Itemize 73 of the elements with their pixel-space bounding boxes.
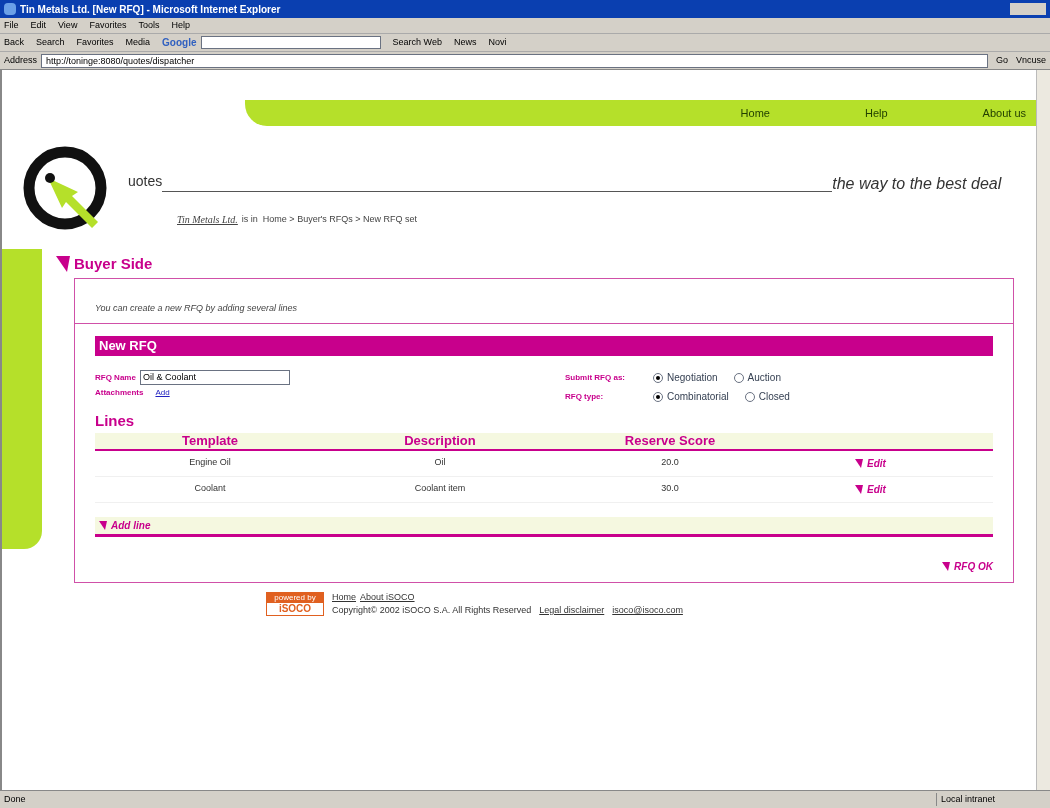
- triangle-icon: [99, 520, 107, 530]
- triangle-icon: [942, 561, 951, 571]
- form-header: New RFQ: [95, 336, 993, 356]
- triangle-icon: [855, 458, 863, 468]
- nav-link[interactable]: Help: [864, 104, 888, 122]
- footer-link[interactable]: About iSOCO: [360, 590, 415, 604]
- column-header: Reserve Score: [623, 431, 717, 450]
- toolbar-button[interactable]: Search: [36, 35, 65, 50]
- triangle-icon: [855, 484, 863, 494]
- menu-item[interactable]: View: [58, 18, 78, 33]
- toolbar-button[interactable]: News: [453, 35, 477, 50]
- links-label[interactable]: Vncuse: [1015, 53, 1046, 68]
- field-label: RFQ type:: [565, 390, 605, 403]
- google-search-field[interactable]: [200, 36, 381, 49]
- radio-button[interactable]: [653, 391, 663, 402]
- triangle-icon: [56, 256, 70, 273]
- radio-button[interactable]: [653, 372, 663, 383]
- toolbar-button[interactable]: Search Web: [392, 35, 442, 50]
- rfq-ok-link[interactable]: RFQ OK: [954, 558, 993, 574]
- radio-button[interactable]: [744, 391, 755, 402]
- table-cell-text: Coolant item: [413, 482, 467, 496]
- nav-link[interactable]: Home: [740, 104, 770, 122]
- footer-link[interactable]: Home: [332, 590, 356, 604]
- table-cell-text: Coolant: [193, 482, 227, 496]
- add-line-link[interactable]: Add line: [111, 517, 151, 533]
- ie-icon: [4, 3, 16, 15]
- radio-label: Auction: [747, 371, 781, 385]
- column-header: Description: [403, 431, 477, 450]
- radio-label: Negotiation: [667, 371, 718, 385]
- rfq-name-field[interactable]: Oil & Coolant: [139, 370, 290, 385]
- go-button[interactable]: Go: [991, 53, 1012, 68]
- window-title: Tin Metals Ltd. [New RFQ] - Microsoft Internet Explorer: [20, 2, 281, 17]
- status-text: Done: [4, 792, 27, 806]
- toolbar-button[interactable]: Back: [4, 35, 24, 50]
- radio-label: Closed: [758, 390, 790, 404]
- address-label: Address: [4, 53, 38, 67]
- toolbar-button[interactable]: Novi: [488, 35, 507, 50]
- tagline: the way to the best deal: [832, 174, 1002, 194]
- field-label: Submit RFQ as:: [565, 371, 626, 384]
- table-cell-text: 20.0: [660, 456, 680, 470]
- badge-logo-text: iSOCO: [277, 603, 313, 615]
- menu-item[interactable]: Help: [171, 18, 190, 33]
- toolbar-button[interactable]: Media: [125, 35, 151, 50]
- company-name: Tin Metals Ltd.: [177, 213, 238, 227]
- section-title: Buyer Side: [74, 254, 153, 274]
- table-cell-text: Oil: [433, 456, 447, 470]
- menu-item[interactable]: File: [4, 18, 19, 33]
- footer-link[interactable]: Legal disclaimer: [539, 604, 605, 618]
- menu-item[interactable]: Favorites: [89, 18, 127, 33]
- edit-link[interactable]: Edit: [867, 481, 886, 497]
- address-field[interactable]: http://toninge:8080/quotes/dispatcher: [41, 53, 988, 68]
- intro-text: You can create a new RFQ by adding several lines: [95, 301, 299, 315]
- breadcrumb: is in Home > Buyer's RFQs > New RFQ set: [241, 212, 418, 226]
- email-link[interactable]: isoco@isoco.com: [612, 604, 683, 618]
- toolbar-button[interactable]: Google: [162, 35, 197, 50]
- edit-link[interactable]: Edit: [867, 455, 886, 471]
- lines-title: Lines: [95, 411, 136, 431]
- logo-text: uotes: [128, 172, 163, 191]
- badge-caption: powered by: [267, 593, 323, 603]
- add-attachment-link[interactable]: Add: [155, 387, 170, 399]
- field-label: Attachments: [95, 387, 144, 399]
- table-cell-text: Engine Oil: [188, 456, 232, 470]
- nav-link[interactable]: About us: [982, 104, 1026, 122]
- menu-item[interactable]: Edit: [30, 18, 47, 33]
- radio-label: Combinatorial: [667, 390, 729, 404]
- column-header: Template: [180, 431, 240, 450]
- zone-text: Local intranet: [936, 792, 1046, 807]
- copyright-text: Copyright© 2002 iSOCO S.A. All Rights Reserved: [332, 604, 532, 617]
- table-cell-text: 30.0: [660, 482, 680, 496]
- radio-button[interactable]: [733, 372, 744, 383]
- toolbar-button[interactable]: Favorites: [76, 35, 114, 50]
- field-label: RFQ Name: [95, 371, 136, 384]
- menu-item[interactable]: Tools: [138, 18, 160, 33]
